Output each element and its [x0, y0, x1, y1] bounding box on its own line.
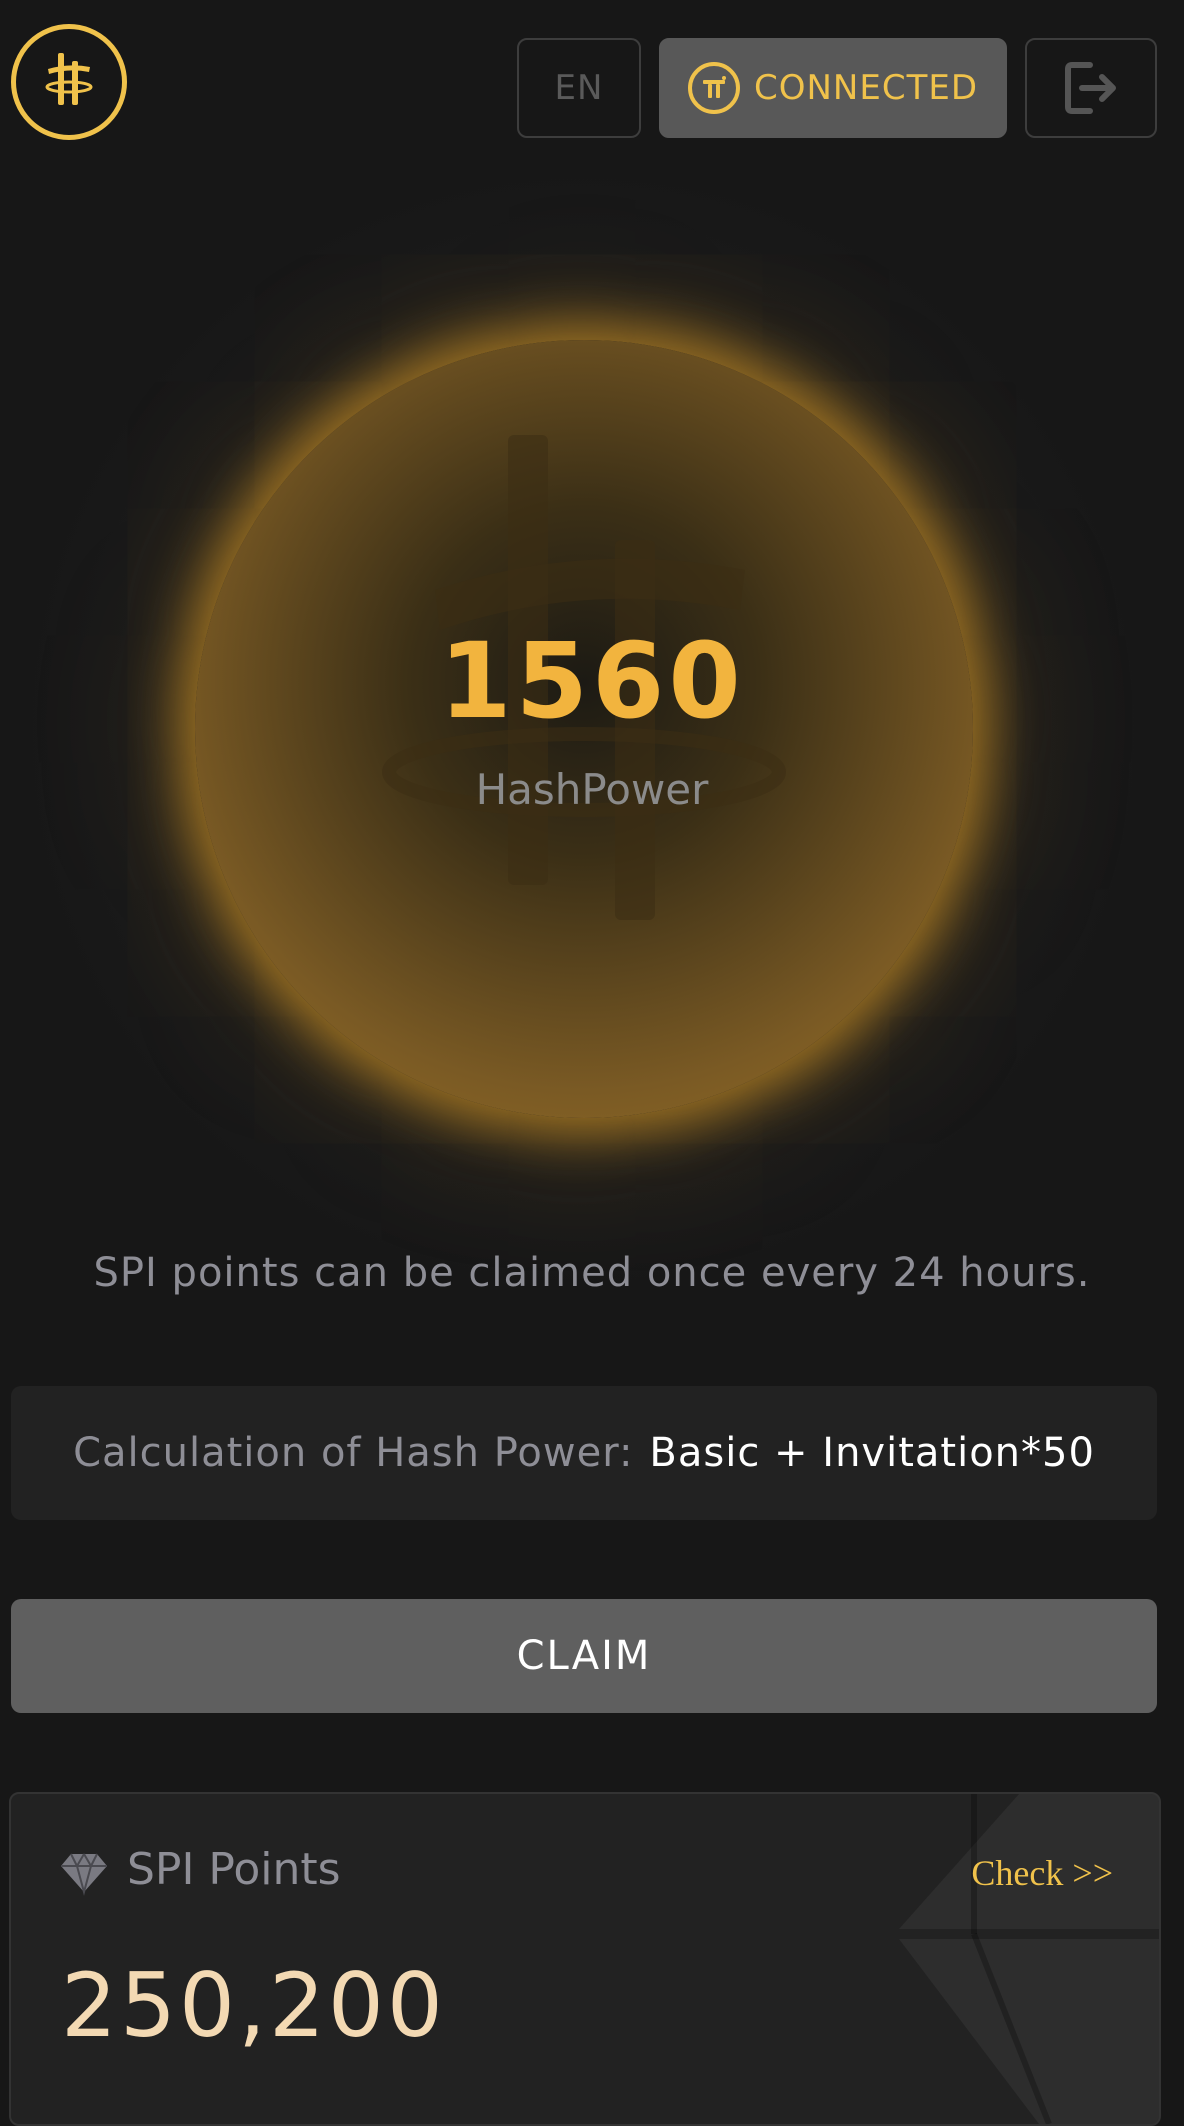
hashpower-value: 1560	[439, 620, 745, 742]
spi-points-value: 250,200	[61, 1954, 446, 2057]
hashpower-calculation: Calculation of Hash Power: Basic + Invit…	[11, 1386, 1157, 1520]
spi-points-title: SPI Points	[127, 1844, 341, 1895]
claim-notice: SPI points can be claimed once every 24 …	[93, 1250, 1091, 1296]
spi-points-card: SPI Points Check >> 250,200	[9, 1792, 1161, 2126]
logout-icon	[1065, 62, 1116, 114]
language-button[interactable]: EN	[517, 38, 641, 138]
pi-coin-icon	[687, 62, 740, 114]
connection-status-label: CONNECTED	[753, 68, 979, 108]
calculation-formula: Basic + Invitation*50	[649, 1430, 1095, 1476]
diamond-watermark-icon	[899, 1794, 1159, 2124]
calculation-label: Calculation of Hash Power:	[73, 1430, 634, 1476]
app-logo[interactable]	[11, 24, 127, 140]
logout-button[interactable]	[1025, 38, 1157, 138]
hashpower-label: HashPower	[475, 765, 709, 814]
check-points-link[interactable]: Check >>	[971, 1852, 1113, 1894]
connected-button[interactable]: CONNECTED	[659, 38, 1007, 138]
claim-button[interactable]: CLAIM	[11, 1599, 1157, 1713]
language-label: EN	[554, 68, 604, 108]
pi-trident-logo-icon	[45, 53, 93, 105]
diamond-icon	[61, 1853, 107, 1896]
